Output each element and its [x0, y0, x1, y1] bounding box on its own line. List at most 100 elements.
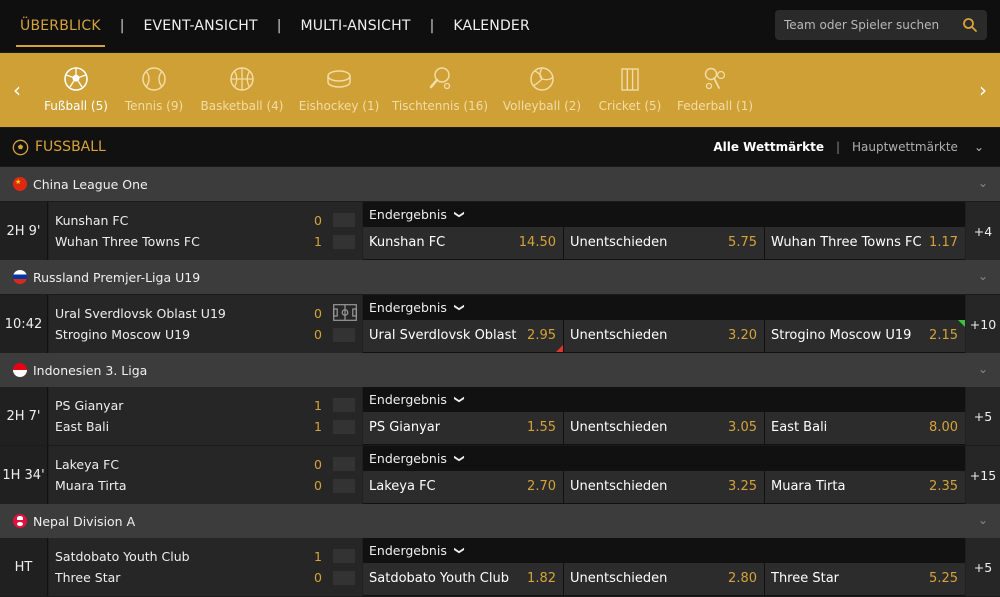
chevron-down-icon[interactable]: ⌄: [978, 176, 988, 190]
odd-label: Satdobato Youth Club: [369, 571, 509, 586]
odd-button-draw[interactable]: Unentschieden 3.05: [564, 412, 764, 444]
tab-kalender[interactable]: KALENDER: [449, 0, 534, 52]
sport-label: Federball (1): [677, 99, 754, 113]
chevron-down-icon[interactable]: ⌄: [978, 362, 988, 376]
chevron-down-icon[interactable]: ⌄: [978, 269, 988, 283]
tab-multi-ansicht[interactable]: MULTI-ANSICHT: [296, 0, 414, 52]
odds-area: Endergebnis ❯ Kunshan FC 14.50 Unentschied…: [363, 202, 965, 260]
odd-button-home[interactable]: Ural Sverdlovsk Oblast ... 2.95: [363, 320, 563, 352]
all-markets-link[interactable]: Alle Wettmärkte: [713, 140, 824, 154]
stat-box: [333, 457, 355, 471]
league-header[interactable]: Nepal Division A ⌄: [0, 504, 1000, 538]
league-name: China League One: [33, 176, 148, 192]
stat-box: [333, 479, 355, 493]
odd-button-home[interactable]: Kunshan FC 14.50: [363, 227, 563, 259]
league-header[interactable]: Russland Premjer-Liga U19 ⌄: [0, 260, 1000, 294]
chevron-down-icon[interactable]: ⌄: [978, 513, 988, 527]
more-markets-button[interactable]: +5: [966, 538, 1000, 596]
odd-label: Kunshan FC: [369, 235, 446, 250]
more-markets-button[interactable]: +15: [966, 446, 1000, 504]
odd-value: 8.00: [929, 420, 958, 435]
match-teams[interactable]: Kunshan FC Wuhan Three Towns FC 0 1: [49, 202, 362, 260]
match-teams[interactable]: Ural Sverdlovsk Oblast U19 Strogino Mosc…: [49, 295, 362, 353]
away-score: 0: [314, 570, 322, 585]
odd-button-draw[interactable]: Unentschieden 5.75: [564, 227, 764, 259]
sport-label: Tennis (9): [124, 99, 184, 113]
home-team: Lakeya FC: [55, 457, 120, 472]
odd-button-home[interactable]: Satdobato Youth Club 1.82: [363, 563, 563, 595]
odd-button-away[interactable]: Muara Tirta 2.35: [765, 471, 965, 503]
chevron-down-icon[interactable]: ⌄: [974, 140, 984, 154]
match-teams[interactable]: Lakeya FC Muara Tirta 0 0: [49, 446, 362, 504]
market-selector[interactable]: Endergebnis ❯: [369, 207, 465, 222]
more-markets-button[interactable]: +10: [966, 295, 1000, 353]
home-team: Ural Sverdlovsk Oblast U19: [55, 306, 226, 321]
tab-ueberblick[interactable]: ÜBERBLICK: [16, 0, 105, 52]
chevron-down-icon: ❯: [453, 454, 465, 463]
tab-event-ansicht[interactable]: EVENT-ANSICHT: [139, 0, 261, 52]
pitch-icon[interactable]: [333, 304, 357, 321]
away-score: 1: [314, 419, 322, 434]
search-input[interactable]: [775, 10, 955, 40]
main-markets-link[interactable]: Hauptwettmärkte: [852, 140, 958, 154]
search-box: [775, 10, 987, 40]
odds-area: Endergebnis ❯ Ural Sverdlovsk Oblast ... 2…: [363, 295, 965, 353]
section-header: FUSSBALL Alle Wettmärkte | Hauptwettmärk…: [0, 128, 1000, 166]
odd-value: 3.20: [728, 328, 757, 343]
away-team: Strogino Moscow U19: [55, 327, 191, 342]
league-header[interactable]: ★ China League One ⌄: [0, 167, 1000, 201]
basketball-icon: [230, 67, 254, 91]
market-selector[interactable]: Endergebnis ❯: [369, 543, 465, 558]
odd-button-away[interactable]: Wuhan Three Towns FC 1.17: [765, 227, 965, 259]
search-icon[interactable]: [962, 17, 978, 33]
section-title-text: FUSSBALL: [35, 139, 106, 155]
odd-button-home[interactable]: Lakeya FC 2.70: [363, 471, 563, 503]
sport-football[interactable]: Fußball (5): [44, 53, 108, 127]
home-team: Kunshan FC: [55, 213, 129, 228]
odd-button-away[interactable]: Strogino Moscow U19 2.15: [765, 320, 965, 352]
odds-down-indicator-icon: [556, 345, 563, 352]
more-markets-button[interactable]: +4: [966, 202, 1000, 260]
away-team: East Bali: [55, 419, 110, 434]
odd-button-draw[interactable]: Unentschieden 2.80: [564, 563, 764, 595]
volleyball-icon: [530, 67, 554, 91]
scroll-right-arrow-icon[interactable]: ›: [966, 53, 1000, 127]
market-selector[interactable]: Endergebnis ❯: [369, 300, 465, 315]
odds-area: Endergebnis ❯ Lakeya FC 2.70 Unentschieden…: [363, 446, 965, 504]
odd-button-home[interactable]: PS Gianyar 1.55: [363, 412, 563, 444]
market-selector[interactable]: Endergebnis ❯: [369, 392, 465, 407]
odd-value: 2.80: [728, 571, 757, 586]
league-header[interactable]: Indonesien 3. Liga ⌄: [0, 353, 1000, 387]
table-tennis-icon: [429, 67, 451, 90]
scroll-left-arrow-icon[interactable]: ‹: [0, 53, 34, 127]
sport-label: Fußball (5): [44, 99, 108, 113]
away-team: Muara Tirta: [55, 478, 127, 493]
sport-basketball[interactable]: Basketball (4): [201, 53, 283, 127]
odd-value: 3.25: [728, 479, 757, 494]
market-divider: |: [835, 140, 840, 154]
stat-box: [333, 549, 355, 563]
sport-badminton[interactable]: Federball (1): [677, 53, 754, 127]
market-selector[interactable]: Endergebnis ❯: [369, 451, 465, 466]
home-score: 0: [314, 213, 322, 228]
league-name: Indonesien 3. Liga: [33, 362, 148, 378]
odd-value: 3.05: [728, 420, 757, 435]
sport-table-tennis[interactable]: Tischtennis (16): [392, 53, 488, 127]
match-row: 1H 34' Lakeya FC Muara Tirta 0 0 Enderge…: [0, 446, 1000, 504]
match-teams[interactable]: PS Gianyar East Bali 1 1: [49, 387, 362, 445]
sport-tennis[interactable]: Tennis (9): [124, 53, 184, 127]
sport-cricket[interactable]: Cricket (5): [599, 53, 661, 127]
match-teams[interactable]: Satdobato Youth Club Three Star 1 0: [49, 538, 362, 596]
sport-volleyball[interactable]: Volleyball (2): [502, 53, 582, 127]
odd-button-away[interactable]: Three Star 5.25: [765, 563, 965, 595]
sport-label: Volleyball (2): [502, 99, 582, 113]
stat-box: [333, 328, 355, 342]
odd-button-away[interactable]: East Bali 8.00: [765, 412, 965, 444]
odd-label: Unentschieden: [570, 420, 668, 435]
odd-button-draw[interactable]: Unentschieden 3.20: [564, 320, 764, 352]
odd-value: 1.55: [527, 420, 556, 435]
sport-ice-hockey[interactable]: Eishockey (1): [299, 53, 379, 127]
more-markets-button[interactable]: +5: [966, 387, 1000, 445]
odd-button-draw[interactable]: Unentschieden 3.25: [564, 471, 764, 503]
odd-value: 2.35: [929, 479, 958, 494]
